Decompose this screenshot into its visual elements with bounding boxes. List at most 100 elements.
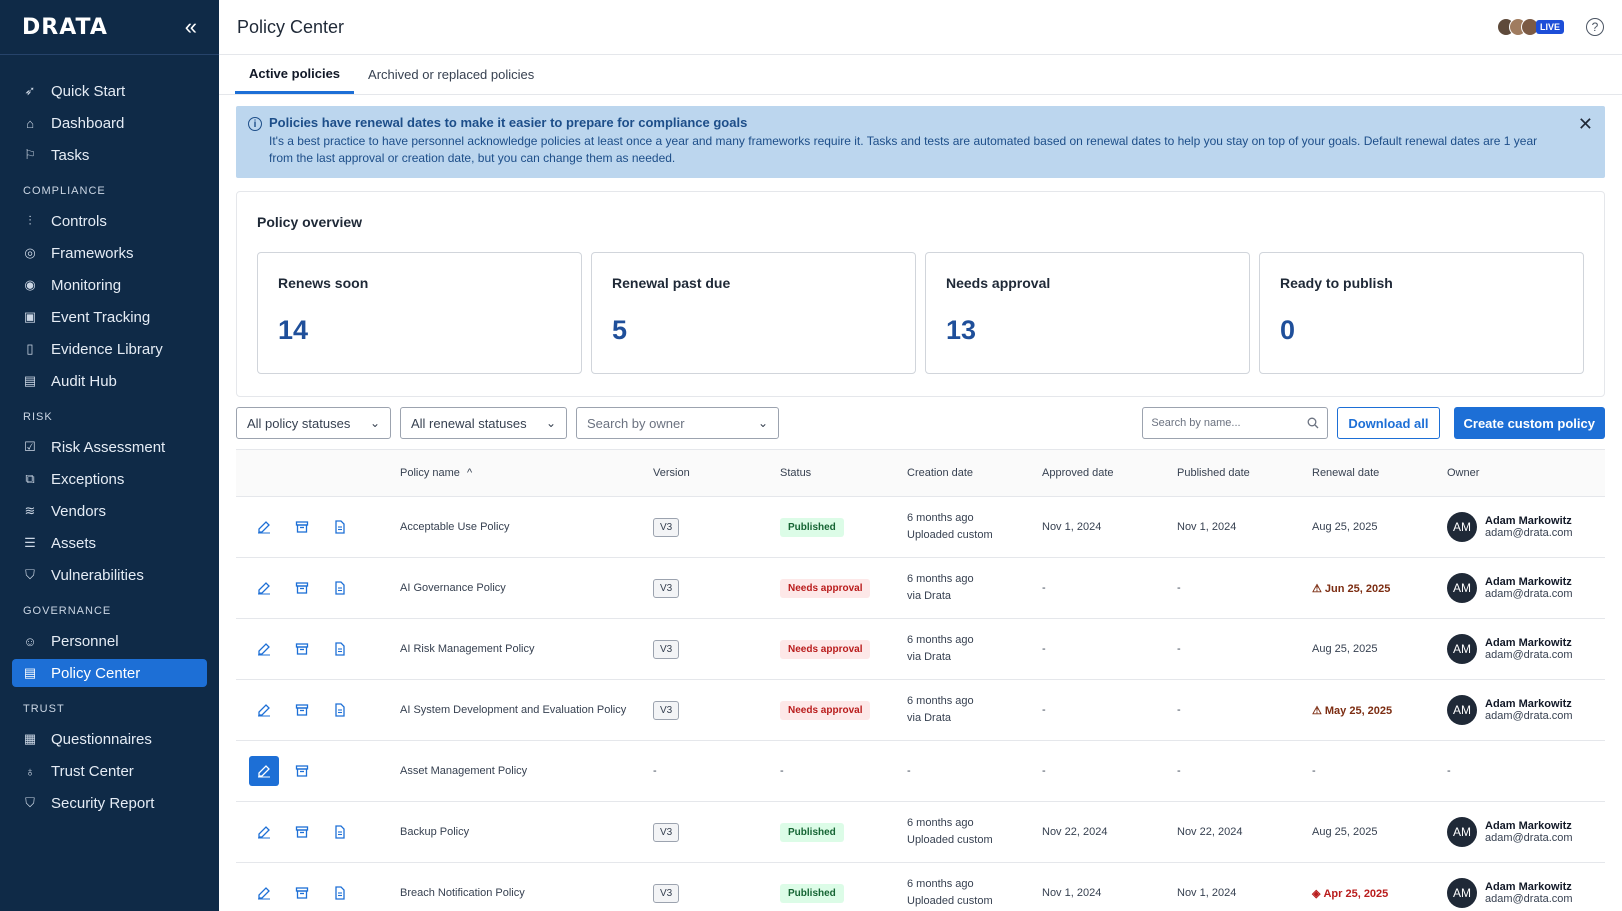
owner-select[interactable]: Search by owner ⌄ [576,407,779,439]
select-placeholder: Search by owner [587,415,685,431]
close-icon[interactable]: ✕ [1578,114,1593,135]
archive-icon[interactable] [287,634,317,664]
sidebar-item-personnel[interactable]: ☺ Personnel [12,627,207,655]
sidebar-item-vulnerabilities[interactable]: ⛉ Vulnerabilities [12,561,207,589]
card-needs-approval[interactable]: Needs approval 13 [925,252,1250,374]
download-all-button[interactable]: Download all [1337,407,1440,439]
sidebar-item-label: Assets [51,534,97,552]
policy-name[interactable]: AI System Development and Evaluation Pol… [400,703,653,718]
document-icon[interactable] [325,878,355,908]
table-row[interactable]: Acceptable Use Policy V3 Published 6 months… [236,497,1605,558]
archive-icon[interactable] [287,512,317,542]
column-policy-name[interactable]: Policy name ^ [400,466,653,481]
sidebar-item-frameworks[interactable]: ◎ Frameworks [12,239,207,267]
edit-icon[interactable] [249,817,279,847]
edit-icon[interactable] [249,634,279,664]
collapse-sidebar-icon[interactable]: « [185,14,197,40]
sidebar-item-exceptions[interactable]: ⧉ Exceptions [12,465,207,493]
card-ready-to-publish[interactable]: Ready to publish 0 [1259,252,1584,374]
sidebar-item-security-report[interactable]: ⛉ Security Report [12,789,207,817]
document-icon[interactable] [325,695,355,725]
policy-name[interactable]: Asset Management Policy [400,764,653,779]
table-row[interactable]: Asset Management Policy - - - - - - - [236,741,1605,802]
card-renews-soon[interactable]: Renews soon 14 [257,252,582,374]
version-value: - [653,765,657,777]
owner-name: Adam Markowitz [1485,576,1572,588]
column-status: Status [780,467,812,479]
policy-name[interactable]: Breach Notification Policy [400,886,653,901]
archive-icon[interactable] [287,817,317,847]
sidebar-item-quick-start[interactable]: ➶ Quick Start [12,77,207,105]
document-icon[interactable] [325,512,355,542]
approved-date: - [1042,704,1046,716]
tab-archived-policies[interactable]: Archived or replaced policies [354,55,548,94]
tab-active-policies[interactable]: Active policies [235,55,355,94]
sidebar-nav: ➶ Quick Start ⌂ Dashboard ⚐ Tasks COMPLIANC… [0,55,219,817]
create-custom-policy-button[interactable]: Create custom policy [1453,407,1605,439]
top-header: Policy Center LIVE ? [219,0,1622,55]
creation-date: 6 months ago [907,634,974,646]
policy-name[interactable]: Backup Policy [400,825,653,840]
sidebar: DRATA « ➶ Quick Start ⌂ Dashboard ⚐ Tasks C… [0,0,219,911]
sidebar-item-risk-assessment[interactable]: ☑ Risk Assessment [12,433,207,461]
version-badge: V3 [653,700,680,720]
table-row[interactable]: Backup Policy V3 Published 6 months ago Uplo… [236,802,1605,863]
sidebar-item-controls[interactable]: ⫶ Controls [12,207,207,235]
sidebar-item-monitoring[interactable]: ◉ Monitoring [12,271,207,299]
document-icon[interactable] [325,817,355,847]
renewal-cell: ◈ Apr 25, 2025 [1312,887,1447,900]
section-compliance: COMPLIANCE [23,185,106,197]
document-icon[interactable] [325,573,355,603]
column-owner: Owner [1447,467,1480,479]
row-actions [236,512,400,542]
owner-empty: - [1447,765,1451,777]
sidebar-item-label: Monitoring [51,276,122,294]
status-badge: Published [780,517,844,537]
select-value: All renewal statuses [411,415,527,431]
avatar: AM [1447,695,1477,725]
sidebar-item-event-tracking[interactable]: ▣ Event Tracking [12,303,207,331]
column-renewal-date: Renewal date [1312,467,1380,479]
archive-icon[interactable] [287,878,317,908]
policy-status-select[interactable]: All policy statuses ⌄ [236,407,391,439]
sidebar-item-vendors[interactable]: ≋ Vendors [12,497,207,525]
sidebar-item-policy-center[interactable]: ▤ Policy Center [12,659,207,687]
creation-source: via Drata [907,712,952,724]
table-row[interactable]: AI Governance Policy V3 Needs approval 6 mo… [236,558,1605,619]
search-input[interactable]: Search by name... [1142,407,1329,439]
table-row[interactable]: AI Risk Management Policy V3 Needs approva… [236,619,1605,680]
renewal-date: - [1312,765,1316,777]
archive-icon[interactable] [287,573,317,603]
table-row[interactable]: Breach Notification Policy V3 Published 6 m… [236,863,1605,911]
archive-icon[interactable] [287,756,317,786]
archive-icon[interactable] [287,695,317,725]
sidebar-item-tasks[interactable]: ⚐ Tasks [12,141,207,169]
table-header: Policy name ^ Version Status Creation da… [236,449,1605,497]
table-row[interactable]: AI System Development and Evaluation Pol… [236,680,1605,741]
sidebar-item-audit-hub[interactable]: ▤ Audit Hub [12,367,207,395]
document-icon[interactable] [325,634,355,664]
sidebar-item-evidence-library[interactable]: ▯ Evidence Library [12,335,207,363]
policy-name[interactable]: AI Risk Management Policy [400,642,653,657]
live-collaborators[interactable]: LIVE [1496,18,1564,36]
sidebar-item-trust-center[interactable]: ♁ Trust Center [12,757,207,785]
published-date: - [1177,704,1181,716]
version-cell: V3 [653,700,780,720]
sidebar-item-dashboard[interactable]: ⌂ Dashboard [12,109,207,137]
edit-icon[interactable] [249,756,279,786]
edit-icon[interactable] [249,695,279,725]
sidebar-item-questionnaires[interactable]: ▦ Questionnaires [12,725,207,753]
renewal-status-select[interactable]: All renewal statuses ⌄ [400,407,567,439]
copy-icon: ⧉ [25,471,35,486]
layers-icon: ≋ [24,503,36,518]
sidebar-item-assets[interactable]: ☰ Assets [12,529,207,557]
edit-icon[interactable] [249,573,279,603]
edit-icon[interactable] [249,878,279,908]
card-renewal-past-due[interactable]: Renewal past due 5 [591,252,916,374]
edit-icon[interactable] [249,512,279,542]
creation-source: Uploaded custom [907,529,993,541]
card-value: 5 [612,315,628,345]
policy-name[interactable]: AI Governance Policy [400,581,653,596]
policy-name[interactable]: Acceptable Use Policy [400,520,653,535]
help-icon[interactable]: ? [1586,18,1604,36]
